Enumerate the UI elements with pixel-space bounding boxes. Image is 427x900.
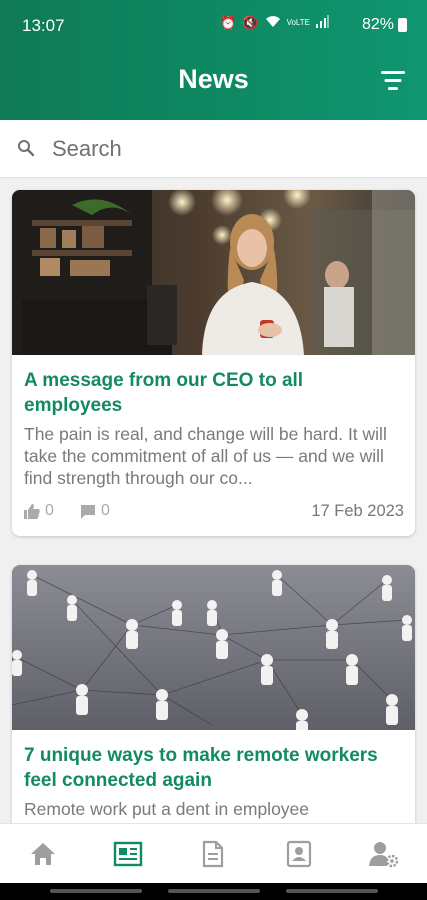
thumbs-up-icon xyxy=(24,503,40,519)
mute-icon: 🔇 xyxy=(242,15,259,30)
bottom-nav xyxy=(0,823,427,883)
status-time: 13:07 xyxy=(22,16,65,35)
like-count: 0 xyxy=(45,502,54,519)
nav-profile-settings[interactable] xyxy=(354,829,414,879)
battery-indicator: 82% xyxy=(362,16,407,34)
nav-contacts[interactable] xyxy=(269,829,329,879)
article-title[interactable]: A message from our CEO to all employees xyxy=(24,368,404,418)
filter-button[interactable] xyxy=(379,68,407,94)
search-input[interactable] xyxy=(52,132,402,166)
article-image xyxy=(12,565,415,730)
article-meta: 0 0 17 Feb 2023 xyxy=(24,502,404,524)
signal-icon xyxy=(316,15,329,31)
search-bar[interactable] xyxy=(0,120,427,178)
wifi-icon xyxy=(265,15,281,31)
app-header: 13:07 ⏰ 🔇 VoLTE 82% News xyxy=(0,0,427,120)
home-icon xyxy=(30,842,55,865)
article-excerpt: The pain is real, and change will be har… xyxy=(24,424,387,488)
article-card[interactable]: A message from our CEO to all employees … xyxy=(12,190,415,536)
nav-home[interactable] xyxy=(13,829,73,879)
system-navigation-bar xyxy=(0,883,427,900)
article-date: 17 Feb 2023 xyxy=(311,502,404,520)
status-icons: ⏰ 🔇 VoLTE xyxy=(220,15,329,31)
nav-documents[interactable] xyxy=(183,829,243,879)
user-settings-icon xyxy=(369,841,399,867)
woman-in-cafe-photo xyxy=(12,190,415,355)
document-icon xyxy=(203,840,224,867)
nav-news[interactable] xyxy=(98,829,158,879)
article-card[interactable]: 7 unique ways to make remote workers fee… xyxy=(12,565,415,865)
network-figures-photo xyxy=(12,565,415,730)
comment-icon xyxy=(81,504,95,519)
article-excerpt: Remote work put a dent in employee xyxy=(24,799,310,819)
page-title: News xyxy=(178,64,249,94)
battery-percent: 82% xyxy=(361,16,394,33)
battery-icon xyxy=(398,18,407,32)
like-button[interactable]: 0 xyxy=(24,502,54,520)
comment-button[interactable]: 0 xyxy=(80,502,110,520)
news-icon xyxy=(113,841,143,866)
search-icon xyxy=(18,140,35,157)
status-bar: 13:07 ⏰ 🔇 VoLTE 82% xyxy=(0,0,427,52)
comment-count: 0 xyxy=(101,502,110,519)
alarm-icon: ⏰ xyxy=(220,15,237,30)
contact-card-icon xyxy=(286,840,311,867)
article-image xyxy=(12,190,415,355)
app-screen: 13:07 ⏰ 🔇 VoLTE 82% News Search A messag… xyxy=(0,0,427,883)
article-title[interactable]: 7 unique ways to make remote workers fee… xyxy=(24,743,404,793)
volte-icon: VoLTE xyxy=(286,18,310,27)
